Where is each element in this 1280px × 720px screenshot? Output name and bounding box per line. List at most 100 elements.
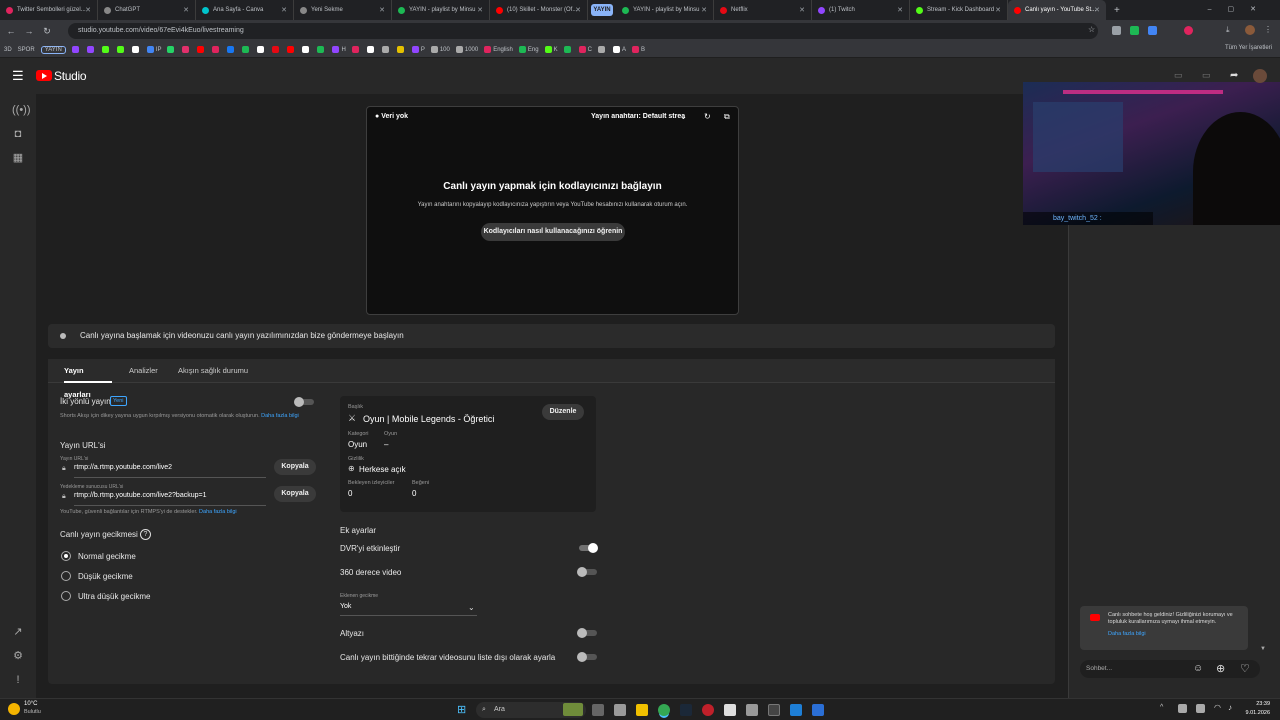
copy-stream-url-button[interactable]: Kopyala	[274, 459, 316, 475]
app-icon[interactable]	[614, 704, 626, 716]
speaker-icon[interactable]: ♪	[1228, 703, 1232, 712]
browser-tab[interactable]: Stream - Kick Dashboard ✕	[910, 0, 1008, 20]
bookmark-item[interactable]	[302, 46, 311, 53]
menu-icon[interactable]: ⋮	[1264, 25, 1272, 34]
chrome-icon[interactable]	[658, 704, 670, 716]
hamburger-menu-icon[interactable]: ☰	[12, 68, 24, 84]
bookmark-item[interactable]	[212, 46, 221, 53]
bookmark-item[interactable]	[71, 46, 81, 53]
bookmark-item[interactable]	[101, 46, 111, 53]
bookmark-item[interactable]	[116, 46, 126, 53]
panel-icon[interactable]: ▭	[1202, 70, 1211, 81]
browser-tab[interactable]: (10) Skillet - Monster (Of... ✕	[490, 0, 588, 20]
bookmark-item[interactable]: H	[332, 46, 346, 53]
downloads-icon[interactable]: ⤓	[1226, 25, 1230, 35]
dvr-toggle[interactable]	[579, 543, 598, 553]
back-icon[interactable]: ←	[4, 26, 18, 36]
chevron-down-icon[interactable]: ⌄	[468, 603, 475, 612]
bookmark-item[interactable]: K	[544, 46, 558, 53]
opera-icon[interactable]	[702, 704, 714, 716]
two-way-toggle[interactable]	[294, 397, 314, 407]
browser-tab-active[interactable]: Canlı yayın - YouTube St... ✕	[1008, 0, 1106, 20]
bookmark-item[interactable]: C	[578, 46, 592, 53]
start-menu-icon[interactable]: ⊞	[457, 704, 469, 716]
backup-url-field[interactable]: rtmp://b.rtmp.youtube.com/live2?backup=1	[74, 492, 266, 506]
close-icon[interactable]: ✕	[1094, 6, 1100, 14]
tab-stream-health[interactable]: Akışın sağlık durumu	[178, 359, 248, 383]
tab-group-label[interactable]: YAYIN	[591, 4, 613, 16]
unlist-replay-toggle[interactable]	[577, 652, 597, 662]
tray-chevron-icon[interactable]: ^	[1160, 704, 1163, 711]
copy-icon[interactable]: ⧉	[724, 112, 730, 122]
app-icon[interactable]	[724, 704, 736, 716]
clock-time[interactable]: 23:39	[1238, 701, 1270, 707]
bookmark-item[interactable]	[272, 46, 281, 53]
chat-learn-more-link[interactable]: Daha fazla bilgi	[1108, 631, 1242, 638]
bookmark-item[interactable]	[86, 46, 96, 53]
close-icon[interactable]: ✕	[897, 6, 903, 14]
close-icon[interactable]: ✕	[701, 6, 707, 14]
feedback-icon[interactable]: !	[12, 674, 24, 686]
extension-icon[interactable]	[1112, 26, 1121, 35]
clock-date[interactable]: 9.01.2026	[1236, 710, 1270, 716]
obs-icon[interactable]	[768, 704, 780, 716]
tab-stream-settings[interactable]: Yayın ayarları	[64, 359, 112, 399]
bookmark-item[interactable]: IP	[146, 46, 161, 53]
browser-tab[interactable]: ChatGPT ✕	[98, 0, 196, 20]
bookmark-item[interactable]	[317, 46, 326, 53]
captions-toggle[interactable]	[577, 628, 597, 638]
bookmark-folder[interactable]: YAYIN	[40, 45, 66, 54]
bookmark-item[interactable]	[351, 46, 361, 53]
tray-icon[interactable]	[1178, 704, 1187, 713]
close-icon[interactable]: ✕	[799, 6, 805, 14]
bookmark-item[interactable]: A	[612, 46, 626, 53]
refresh-icon[interactable]: ↻	[704, 112, 711, 121]
browser-tab[interactable]: Twitter Sembolleri güzel... ✕	[0, 0, 98, 20]
bookmark-item[interactable]: 3D	[4, 47, 12, 53]
add-circle-icon[interactable]: ⊕	[1216, 662, 1225, 675]
close-icon[interactable]: ✕	[85, 6, 91, 14]
browser-tab[interactable]: Yeni Sekme ✕	[294, 0, 392, 20]
bookmark-item[interactable]	[366, 46, 376, 53]
bookmark-item[interactable]: SPOR	[18, 47, 35, 53]
new-tab-icon[interactable]: +	[1114, 5, 1120, 16]
close-icon[interactable]: ✕	[183, 6, 189, 14]
exit-arrow-icon[interactable]: ↗	[12, 626, 24, 638]
bookmark-item[interactable]	[257, 46, 266, 53]
video-360-toggle[interactable]	[577, 567, 597, 577]
tray-icon[interactable]	[1196, 704, 1205, 713]
bookmark-item[interactable]	[563, 46, 573, 53]
bookmark-item[interactable]	[182, 46, 191, 53]
latency-ultra-low-radio[interactable]	[61, 591, 71, 601]
close-icon[interactable]: ✕	[477, 6, 483, 14]
browser-tab[interactable]: (1) Twitch ✕	[812, 0, 910, 20]
reload-icon[interactable]: ↻	[40, 26, 54, 37]
bookmark-item[interactable]: Eng	[518, 46, 539, 53]
learn-encoders-button[interactable]: Kodlayıcıları nasıl kullanacağınızı öğre…	[481, 223, 625, 241]
star-icon[interactable]: ☆	[1088, 25, 1095, 34]
bookmark-item[interactable]	[287, 46, 296, 53]
wifi-icon[interactable]: ◠	[1214, 703, 1221, 712]
gear-icon[interactable]: ⚙	[12, 650, 24, 662]
url-field[interactable]: studio.youtube.com/video/67eEvi4kEuo/liv…	[68, 23, 1098, 39]
account-avatar[interactable]	[1253, 69, 1267, 83]
chat-input[interactable]: Sohbet...	[1080, 660, 1260, 678]
all-bookmarks[interactable]: Tüm Yer İşaretleri	[1225, 45, 1272, 51]
browser-tab[interactable]: YAYIN - playlist by Minsu ✕	[616, 0, 714, 20]
added-delay-select[interactable]: Yok	[340, 603, 477, 616]
help-icon[interactable]: ?	[140, 529, 151, 540]
bookmark-item[interactable]	[167, 46, 176, 53]
live-broadcast-icon[interactable]: ((•))	[12, 104, 31, 116]
steam-icon[interactable]	[680, 704, 692, 716]
task-view-icon[interactable]	[592, 704, 604, 716]
bookmark-item[interactable]: 100	[430, 46, 450, 53]
scroll-down-icon[interactable]: ▼	[1260, 646, 1266, 652]
stream-key-dropdown[interactable]: Yayın anahtarı: Default strea	[591, 113, 691, 120]
extension-icon[interactable]	[1184, 26, 1193, 35]
latency-low-radio[interactable]	[61, 571, 71, 581]
bookmark-item[interactable]: B	[631, 46, 645, 53]
window-controls[interactable]: –▢✕	[1208, 5, 1272, 13]
learn-more-link[interactable]: Daha fazla bilgi	[199, 509, 237, 515]
bookmark-item[interactable]	[227, 46, 236, 53]
close-icon[interactable]: ✕	[379, 6, 385, 14]
